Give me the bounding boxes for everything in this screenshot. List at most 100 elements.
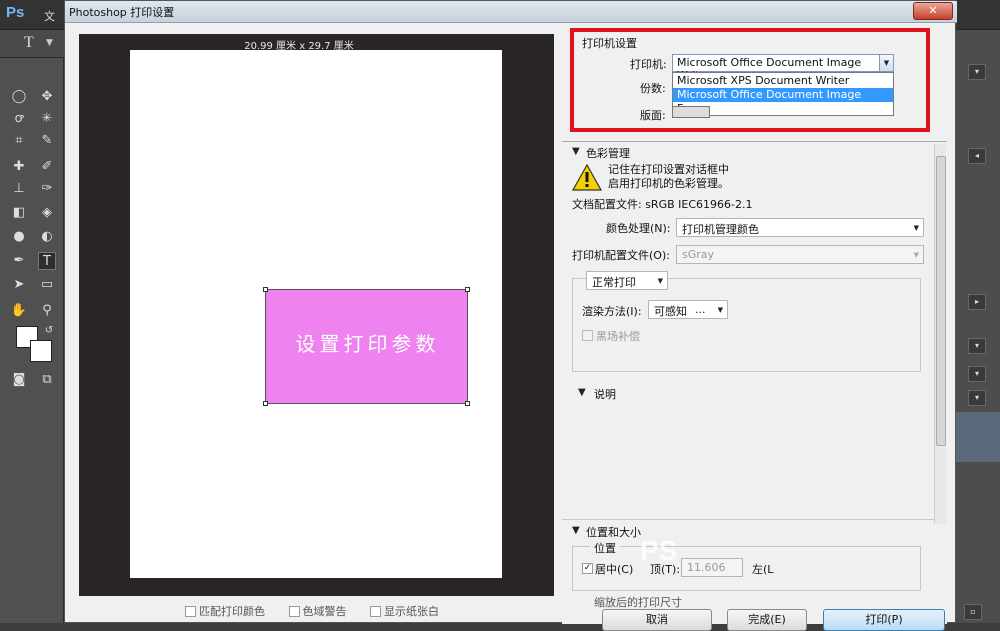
rectangle-icon[interactable]: ▭ <box>38 276 56 294</box>
divider <box>562 519 934 520</box>
scaled-print-size-heading: 缩放后的打印尺寸 <box>594 596 682 609</box>
bucket-icon[interactable]: ◈ <box>38 204 56 222</box>
collapse-arrow-icon[interactable]: ▼ <box>572 146 580 157</box>
tools-panel: ◯ ✥ ꝍ ✳ ⌗ ✎ ✚ ✐ ⊥ ✑ ◧ ◈ ● ◐ ✒ T ➤ ▭ ✋ ⚲ … <box>0 58 64 623</box>
rendering-intent-ellipsis: ... <box>695 303 706 316</box>
color-management-heading: 色彩管理 <box>586 147 630 160</box>
gamut-warning-label: 色域警告 <box>302 605 347 618</box>
stamp-icon[interactable]: ⊥ <box>10 180 28 198</box>
chevron-down-icon[interactable]: ▼ <box>46 38 53 48</box>
text-tool-icon[interactable]: T <box>38 252 56 270</box>
warning-icon <box>572 164 602 191</box>
layer-row[interactable] <box>956 412 1000 462</box>
chevron-down-icon: ▼ <box>657 277 663 285</box>
panel-collapse-icon[interactable]: ▾ <box>968 64 986 80</box>
center-label: 居中(C) <box>595 563 634 576</box>
panel-icon[interactable]: ▾ <box>968 338 986 354</box>
warning-text-line2: 启用打印机的色彩管理。 <box>608 177 729 190</box>
preview-options: 匹配打印颜色 色域警告 显示纸张白 <box>185 603 515 619</box>
resize-handle[interactable] <box>465 401 470 406</box>
history-brush-icon[interactable]: ✑ <box>38 180 56 198</box>
swap-colors-icon[interactable]: ↺ <box>40 322 58 340</box>
printer-settings-heading: 打印机设置 <box>582 37 637 50</box>
marquee-icon[interactable]: ◯ <box>10 88 28 106</box>
eraser-icon[interactable]: ◧ <box>10 204 28 222</box>
printer-profile-value: sGray <box>682 248 715 261</box>
resize-handle[interactable] <box>263 401 268 406</box>
collapse-arrow-icon[interactable]: ▼ <box>578 387 586 398</box>
zoom-icon[interactable]: ⚲ <box>38 302 56 320</box>
panel-icon[interactable]: ▾ <box>968 390 986 406</box>
rendering-intent-label: 渲染方法(I): <box>582 305 642 318</box>
printer-profile-label: 打印机配置文件(O): <box>572 249 670 262</box>
type-tool-icon[interactable]: T <box>24 34 34 52</box>
photoshop-logo: Ps <box>6 4 25 21</box>
dodge-icon[interactable]: ◐ <box>38 228 56 246</box>
black-point-compensation-checkbox[interactable] <box>582 330 593 341</box>
path-select-icon[interactable]: ➤ <box>10 276 28 294</box>
printer-label: 打印机: <box>630 58 667 71</box>
cancel-button[interactable]: 取消 <box>602 609 712 631</box>
gamut-warning-checkbox[interactable] <box>288 605 300 617</box>
color-handling-value: 打印机管理颜色 <box>682 223 759 236</box>
scrollbar-thumb[interactable] <box>936 156 946 446</box>
printer-select[interactable]: Microsoft Office Document Image Writer ▼ <box>672 54 894 82</box>
blur-icon[interactable]: ● <box>10 228 28 246</box>
vertical-scrollbar[interactable] <box>934 144 946 524</box>
print-mode-group <box>572 278 921 372</box>
dialog-title-bar[interactable]: Photoshop 打印设置 ✕ <box>65 1 957 23</box>
watermark-logo: PS <box>640 535 678 566</box>
chevron-down-icon[interactable]: ▼ <box>879 55 893 71</box>
panel-icon[interactable]: ▸ <box>968 294 986 310</box>
preview-image[interactable]: 设置打印参数 <box>263 287 470 406</box>
black-point-compensation-label: 黑场补偿 <box>596 330 640 343</box>
panel-icon[interactable]: ▫ <box>964 604 982 620</box>
match-print-colors-label: 匹配打印颜色 <box>199 605 265 618</box>
settings-pane: 打印机设置 打印机: Microsoft Office Document Ima… <box>562 28 947 624</box>
show-paper-white-label: 显示纸张白 <box>384 605 439 618</box>
crop-icon[interactable]: ⌗ <box>10 132 28 150</box>
printer-option-xps[interactable]: Microsoft XPS Document Writer <box>673 74 893 88</box>
healing-icon[interactable]: ✚ <box>10 158 28 176</box>
move-icon[interactable]: ✥ <box>38 88 56 106</box>
position-size-heading: 位置和大小 <box>586 526 641 539</box>
show-paper-white-checkbox[interactable] <box>370 605 381 617</box>
panel-icon[interactable]: ◂ <box>968 148 986 164</box>
panel-icon[interactable]: ▾ <box>968 366 986 382</box>
preview-paper: 设置打印参数 <box>130 50 502 578</box>
position-group-label: 位置 <box>590 540 620 556</box>
menu-file[interactable]: 文 <box>44 8 55 24</box>
printer-profile-select[interactable]: sGray ▼ <box>676 245 924 264</box>
magic-wand-icon[interactable]: ✳ <box>38 110 56 128</box>
rendering-intent-select[interactable]: 可感知 ... ▼ <box>648 300 728 319</box>
close-button[interactable]: ✕ <box>913 2 953 20</box>
collapse-arrow-icon[interactable]: ▼ <box>572 525 580 536</box>
color-handling-label: 颜色处理(N): <box>606 222 671 235</box>
color-handling-select[interactable]: 打印机管理颜色 ▼ <box>676 218 924 237</box>
brush-icon[interactable]: ✐ <box>38 158 56 176</box>
layout-orientation-icon[interactable] <box>672 106 710 118</box>
quick-mask-icon[interactable]: ◙ <box>10 371 28 389</box>
resize-handle[interactable] <box>465 287 470 292</box>
eyedropper-icon[interactable]: ✎ <box>38 132 56 150</box>
print-preview: 20.99 厘米 x 29.7 厘米 设置打印参数 <box>79 34 554 596</box>
resize-handle[interactable] <box>263 287 268 292</box>
dialog-title: Photoshop 打印设置 <box>69 6 175 19</box>
print-settings-dialog: Photoshop 打印设置 ✕ 20.99 厘米 x 29.7 厘米 设置打印… <box>64 0 957 631</box>
chevron-down-icon: ▼ <box>717 306 723 314</box>
done-button[interactable]: 完成(E) <box>727 609 807 631</box>
hand-icon[interactable]: ✋ <box>10 302 28 320</box>
center-checkbox[interactable]: ✓ <box>582 563 593 574</box>
screen-mode-icon[interactable]: ⧉ <box>38 371 56 389</box>
lasso-icon[interactable]: ꝍ <box>10 110 28 128</box>
printer-option-office-image-writer[interactable]: Microsoft Office Document Image Writer <box>673 88 893 115</box>
right-panel-strip: ▾ ◂ ▸ ▾ ▾ ▾ ▫ <box>955 30 1000 623</box>
pen-icon[interactable]: ✒ <box>10 252 28 270</box>
print-mode-select[interactable]: 正常打印 ▼ <box>586 271 668 290</box>
layout-label: 版面: <box>640 109 666 122</box>
chevron-down-icon: ▼ <box>913 251 919 259</box>
document-profile-text: 文档配置文件: sRGB IEC61966-2.1 <box>572 198 753 211</box>
print-button[interactable]: 打印(P) <box>823 609 945 631</box>
match-print-colors-checkbox[interactable] <box>185 605 196 617</box>
background-color-swatch[interactable] <box>30 340 52 362</box>
